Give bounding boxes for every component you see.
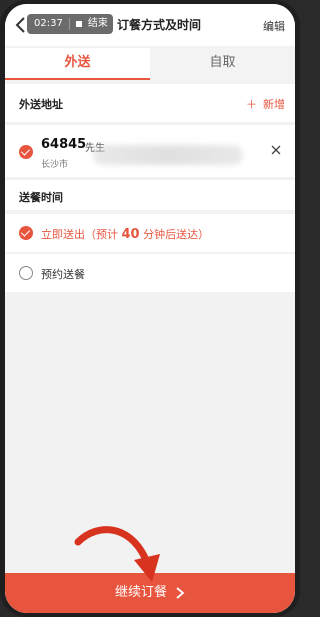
chevron-right-icon: [176, 587, 185, 599]
time-section-label: 送餐时间: [19, 191, 63, 204]
plus-icon: ＋: [246, 98, 257, 111]
address-city: 长沙市: [41, 160, 69, 170]
selected-check-icon[interactable]: [19, 145, 33, 159]
screen-recording-pill[interactable]: 02:37 结束: [27, 14, 113, 34]
address-card[interactable]: 64845 先生 长沙市: [5, 125, 295, 177]
deliver-now-minutes: 40: [121, 227, 140, 242]
top-bar: 02:37 结束 订餐方式及时间 编辑: [5, 4, 295, 46]
address-section-label: 外送地址: [19, 98, 63, 111]
pill-divider: [68, 18, 70, 30]
redacted-address: [93, 145, 243, 165]
schedule-delivery-label: 预约送餐: [41, 268, 85, 281]
deliver-now-suffix: 分钟后送达）: [139, 228, 210, 241]
order-mode-tabs: 外送 自取: [5, 48, 295, 80]
time-section-header: 送餐时间: [5, 180, 295, 210]
schedule-delivery-option[interactable]: 预约送餐: [5, 254, 295, 292]
add-address-button[interactable]: ＋ 新增: [246, 96, 285, 112]
recording-end-label: 结束: [87, 18, 108, 29]
unselected-radio-icon[interactable]: [19, 266, 33, 280]
recording-time: 02:37: [34, 18, 63, 29]
address-section-header: 外送地址 ＋ 新增: [5, 84, 295, 122]
address-contact-name: 64845: [41, 137, 87, 152]
close-icon[interactable]: [271, 145, 281, 155]
annotation-arrow-icon: [74, 526, 160, 582]
stop-icon: [75, 21, 82, 27]
deliver-now-prefix: 立即送出（预计: [41, 228, 122, 241]
add-address-label: 新增: [263, 98, 285, 111]
deliver-now-label: 立即送出（预计 40 分钟后送达）: [41, 226, 209, 242]
page-title: 订餐方式及时间: [117, 18, 202, 32]
edit-button[interactable]: 编辑: [263, 18, 285, 34]
selected-check-icon[interactable]: [19, 226, 33, 240]
tab-pickup[interactable]: 自取: [150, 48, 295, 80]
tab-delivery[interactable]: 外送: [5, 48, 150, 80]
phone-frame: 02:37 结束 订餐方式及时间 编辑 外送 自取 外送地址 ＋ 新增 6484…: [0, 0, 300, 617]
deliver-now-option[interactable]: 立即送出（预计 40 分钟后送达）: [5, 214, 295, 252]
